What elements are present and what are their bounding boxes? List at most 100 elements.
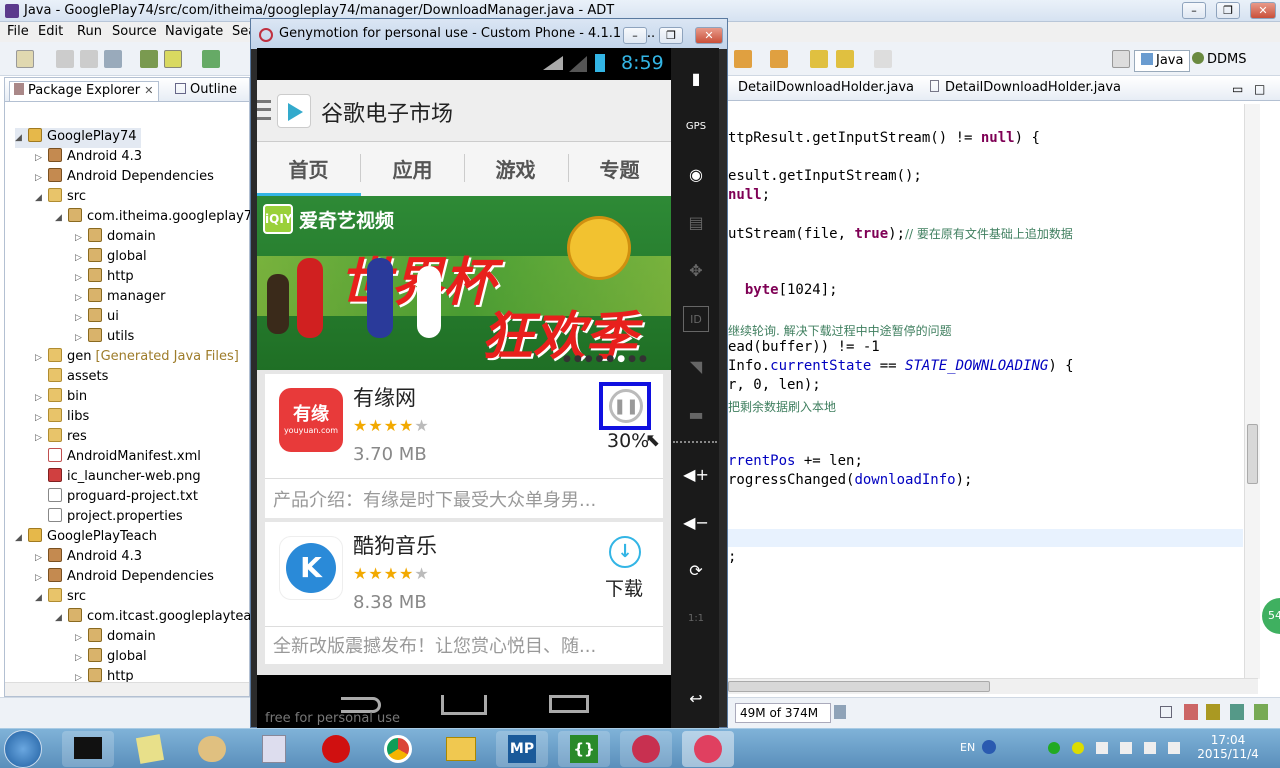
recent-apps-icon[interactable] (549, 695, 589, 713)
download-label[interactable]: 下载 (605, 574, 643, 601)
tray-clock[interactable]: 17:04 2015/11/4 (1196, 733, 1260, 761)
download-icon[interactable]: ↓ (609, 536, 641, 568)
menu-edit[interactable]: Edit (38, 24, 63, 39)
dpad-icon[interactable]: ✥ (683, 258, 709, 284)
save-icon[interactable] (56, 50, 74, 68)
json-taskbar-icon[interactable]: {} (558, 731, 610, 767)
tray-icon[interactable] (1072, 742, 1084, 754)
tree-item[interactable]: ▷ global (75, 248, 147, 268)
badge-icon[interactable]: 54 (1262, 598, 1280, 634)
menu-navigate[interactable]: Navigate (165, 24, 223, 39)
perspective-ddms[interactable]: DDMS (1186, 50, 1253, 72)
volume-tray-icon[interactable] (1168, 742, 1180, 754)
tree-item[interactable]: ▷ bin (35, 388, 87, 408)
code-editor[interactable]: DetailDownloadHolder.java DetailDownload… (728, 77, 1280, 697)
calculator-taskbar-icon[interactable] (248, 731, 300, 767)
collapsed-arrow-icon[interactable]: ▷ (75, 289, 85, 307)
forward-icon[interactable] (836, 50, 854, 68)
tree-item[interactable]: ◢ src (35, 588, 86, 608)
minimize-editor-icon[interactable]: ▭ (1232, 82, 1243, 96)
collapsed-arrow-icon[interactable]: ▷ (35, 389, 45, 407)
phone-screen[interactable]: 8:59 谷歌电子市场 首页 应用 游戏 专题 iQIY 爱奇艺视频 世界杯 狂… (257, 48, 671, 728)
red-app-taskbar-icon[interactable] (310, 731, 362, 767)
debug-icon[interactable] (140, 50, 158, 68)
help-icon[interactable] (982, 740, 996, 754)
editor-tab-1[interactable]: DetailDownloadHolder.java (738, 80, 914, 95)
print-icon[interactable] (104, 50, 122, 68)
tree-item[interactable]: ◢ com.itheima.googleplay74 (55, 208, 260, 228)
tree-item[interactable]: ▷ res (35, 428, 87, 448)
collapsed-arrow-icon[interactable]: ▷ (75, 649, 85, 667)
scroll-thumb[interactable] (1247, 424, 1258, 484)
collapsed-arrow-icon[interactable]: ▷ (75, 329, 85, 347)
editor-vertical-scrollbar[interactable] (1244, 104, 1260, 679)
expanded-arrow-icon[interactable]: ◢ (35, 189, 45, 207)
android-icon[interactable] (1184, 704, 1198, 720)
chrome-taskbar-icon[interactable] (372, 731, 424, 767)
trash-icon[interactable] (834, 705, 846, 719)
app-list[interactable]: 有缘 youyuan.com 有缘网 ★★★★★ 3.70 MB ❚❚ 30% … (257, 370, 671, 675)
device-id-icon[interactable]: ID (683, 306, 709, 332)
tree-item[interactable]: AndroidManifest.xml (35, 448, 201, 468)
emu-restore-button[interactable]: ❐ (659, 27, 683, 44)
network-icon[interactable]: ◥ (683, 354, 709, 380)
android-sdk-icon[interactable] (164, 50, 182, 68)
emu-minimize-button[interactable]: – (623, 27, 647, 44)
tab-package-explorer[interactable]: Package Explorer ✕ (9, 81, 159, 101)
menu-file[interactable]: File (7, 24, 29, 39)
list-item[interactable]: K 酷狗音乐 ★★★★★ 8.38 MB ↓ 下载 全新改版震撼发布！让您赏心悦… (265, 522, 663, 664)
search-icon[interactable] (734, 50, 752, 68)
tab-home[interactable]: 首页 (257, 154, 360, 183)
camera-icon[interactable]: ◉ (683, 162, 709, 188)
tree-item[interactable]: ▷ Android 4.3 (35, 148, 142, 168)
mp-taskbar-icon[interactable]: MP (496, 731, 548, 767)
expanded-arrow-icon[interactable]: ◢ (55, 609, 65, 627)
tree-item[interactable]: ▷ Android 4.3 (35, 548, 142, 568)
back-icon[interactable] (810, 50, 828, 68)
close-tab-icon[interactable]: ✕ (144, 84, 153, 97)
minimize-view-icon[interactable] (1160, 706, 1172, 718)
battery-widget-icon[interactable]: ▮ (683, 66, 709, 92)
volume-down-icon[interactable]: ◀− (683, 510, 709, 536)
tree-item[interactable]: ▷ utils (75, 328, 134, 348)
paint-taskbar-icon[interactable] (186, 731, 238, 767)
collapsed-arrow-icon[interactable]: ▷ (35, 149, 45, 167)
tree-item[interactable]: proguard-project.txt (35, 488, 198, 508)
open-perspective-icon[interactable] (1112, 50, 1130, 68)
rotate-icon[interactable]: ⟳ (683, 558, 709, 584)
expanded-arrow-icon[interactable]: ◢ (55, 209, 65, 227)
language-indicator[interactable]: EN (960, 741, 975, 754)
cmd-taskbar-icon[interactable] (62, 731, 114, 767)
pause-icon[interactable]: ❚❚ (609, 389, 643, 423)
tree-item[interactable]: ▷ domain (75, 228, 156, 248)
tray-icon[interactable] (1096, 742, 1108, 754)
collapsed-arrow-icon[interactable]: ▷ (35, 349, 45, 367)
tree-item[interactable]: ▷ domain (75, 628, 156, 648)
start-button[interactable] (4, 730, 42, 768)
new-icon[interactable] (16, 50, 34, 68)
expanded-arrow-icon[interactable]: ◢ (15, 529, 25, 547)
collapsed-arrow-icon[interactable]: ▷ (75, 629, 85, 647)
notes-taskbar-icon[interactable] (124, 731, 176, 767)
tree-item[interactable]: ▷ Android Dependencies (35, 168, 214, 188)
collapsed-arrow-icon[interactable]: ▷ (35, 429, 45, 447)
tree-item[interactable]: ◢ GooglePlay74 (15, 128, 141, 148)
tree-item[interactable]: ◢ src (35, 188, 86, 208)
tree-item[interactable]: ic_launcher-web.png (35, 468, 201, 488)
next-annotation-icon[interactable] (770, 50, 788, 68)
scale-icon[interactable]: 1:1 (683, 606, 709, 632)
tree-item[interactable]: ▷ global (75, 648, 147, 668)
device-icon[interactable] (1206, 704, 1220, 720)
tree-item[interactable]: project.properties (35, 508, 183, 528)
tray-icon[interactable] (1120, 742, 1132, 754)
forward-disabled-icon[interactable] (874, 50, 892, 68)
collapsed-arrow-icon[interactable]: ▷ (75, 249, 85, 267)
tray-icon[interactable] (1048, 742, 1060, 754)
home-icon[interactable] (441, 695, 487, 715)
console-icon[interactable] (1230, 704, 1244, 720)
tree-item[interactable]: ◢ GooglePlayTeach (15, 528, 157, 548)
tree-item[interactable]: assets (35, 368, 108, 388)
run-icon[interactable] (202, 50, 220, 68)
tab-outline[interactable]: Outline (171, 81, 241, 101)
sms-icon[interactable]: ▬ (683, 402, 709, 428)
